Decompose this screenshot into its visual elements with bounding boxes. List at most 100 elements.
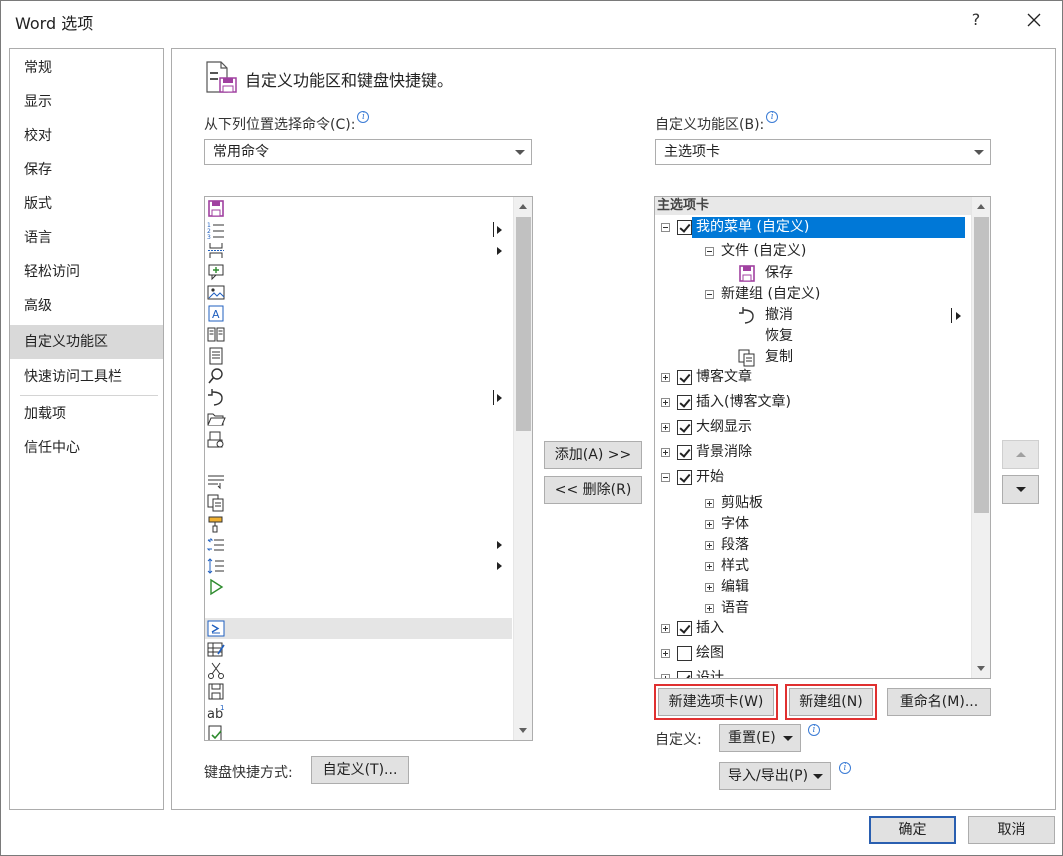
command-item[interactable]: 123 — [205, 219, 512, 241]
expand-icon[interactable] — [661, 423, 670, 432]
tree-item[interactable]: 段落 — [721, 535, 749, 556]
tree-item[interactable]: 样式 — [721, 556, 749, 577]
tab-checkbox[interactable] — [677, 621, 692, 636]
tree-item[interactable]: 开始 — [696, 467, 724, 488]
command-item[interactable] — [205, 324, 512, 345]
command-item[interactable] — [205, 723, 512, 740]
command-item[interactable] — [205, 492, 512, 513]
tree-item[interactable]: 编辑 — [721, 577, 749, 598]
command-item[interactable] — [205, 429, 512, 450]
command-item[interactable] — [205, 282, 512, 303]
collapse-icon[interactable] — [661, 223, 670, 232]
command-item[interactable] — [205, 387, 512, 408]
command-item[interactable] — [205, 597, 512, 618]
cancel-button[interactable]: 取消 — [968, 816, 1055, 844]
scroll-up-icon[interactable] — [973, 198, 990, 215]
command-item[interactable]: ab 1 — [205, 702, 512, 723]
expand-icon[interactable] — [705, 499, 714, 508]
commands-scrollbar[interactable] — [513, 197, 532, 740]
tree-item[interactable]: 语音 — [721, 598, 749, 619]
expand-icon[interactable] — [705, 604, 714, 613]
info-icon[interactable]: i — [357, 111, 370, 123]
tab-checkbox[interactable] — [677, 671, 692, 678]
scroll-down-icon[interactable] — [515, 722, 532, 739]
command-item[interactable] — [205, 681, 512, 702]
command-item[interactable] — [205, 450, 512, 471]
nav-item-addins[interactable]: 加载项 — [10, 397, 163, 431]
command-item[interactable]: A — [205, 303, 512, 324]
collapse-icon[interactable] — [661, 473, 670, 482]
tab-checkbox[interactable] — [677, 220, 692, 235]
rename-button[interactable]: 重命名(M)... — [887, 688, 991, 716]
command-item[interactable] — [205, 660, 512, 681]
nav-item-customize-ribbon[interactable]: 自定义功能区 — [10, 325, 163, 359]
customize-ribbon-dropdown[interactable]: 主选项卡 — [655, 139, 991, 165]
command-item[interactable] — [205, 576, 512, 597]
move-up-button[interactable] — [1002, 440, 1039, 469]
tree-item[interactable]: 复制 — [765, 347, 793, 368]
info-icon[interactable]: i — [808, 724, 820, 736]
tree-item[interactable]: 字体 — [721, 514, 749, 535]
tree-item[interactable]: 插入 — [696, 618, 724, 639]
command-item[interactable] — [205, 618, 512, 639]
ribbon-tree[interactable]: 主选项卡 我的菜单 (自定义) 文件 (自定义) 保存 新建组 (自定义) 撤消 恢复 复制… — [654, 196, 991, 679]
tree-item[interactable]: 插入(博客文章) — [696, 392, 791, 413]
tab-checkbox[interactable] — [677, 395, 692, 410]
command-item[interactable] — [205, 366, 512, 387]
tree-item[interactable]: 撤消 — [765, 305, 793, 326]
command-item[interactable] — [205, 471, 512, 492]
add-button[interactable]: 添加(A) >> — [544, 441, 642, 469]
nav-item-display[interactable]: 显示 — [10, 85, 163, 119]
choose-commands-dropdown[interactable]: 常用命令 — [204, 139, 532, 165]
nav-item-trust-center[interactable]: 信任中心 — [10, 431, 163, 465]
reset-dropdown-button[interactable]: 重置(E) — [719, 724, 801, 752]
ribbon-tree-scrollbar[interactable] — [971, 197, 990, 678]
command-item[interactable] — [205, 408, 512, 429]
command-item[interactable] — [205, 261, 512, 282]
tree-item[interactable]: 文件 (自定义) — [721, 241, 806, 262]
tree-item[interactable]: 保存 — [765, 263, 793, 284]
tree-item[interactable]: 大纲显示 — [696, 417, 752, 438]
nav-item-save[interactable]: 保存 — [10, 153, 163, 187]
tree-item[interactable]: 绘图 — [696, 643, 724, 664]
info-icon[interactable]: i — [839, 762, 851, 774]
remove-button[interactable]: << 删除(R) — [544, 476, 642, 504]
expand-icon[interactable] — [661, 624, 670, 633]
tab-checkbox[interactable] — [677, 646, 692, 661]
tree-item[interactable]: 博客文章 — [696, 367, 752, 388]
nav-item-proofing[interactable]: 校对 — [10, 119, 163, 153]
command-item[interactable] — [205, 513, 512, 534]
close-button[interactable] — [1015, 5, 1053, 35]
customize-shortcuts-button[interactable]: 自定义(T)... — [311, 756, 409, 784]
expand-icon[interactable] — [661, 448, 670, 457]
tab-checkbox[interactable] — [677, 370, 692, 385]
new-group-button[interactable]: 新建组(N) — [785, 684, 877, 720]
info-icon[interactable]: i — [766, 111, 779, 123]
expand-icon[interactable] — [661, 649, 670, 658]
scroll-up-icon[interactable] — [515, 198, 532, 215]
tab-checkbox[interactable] — [677, 470, 692, 485]
nav-item-layout[interactable]: 版式 — [10, 187, 163, 221]
tree-item[interactable]: 背景消除 — [696, 442, 752, 463]
command-item[interactable] — [205, 534, 512, 555]
tab-checkbox[interactable] — [677, 420, 692, 435]
nav-item-accessibility[interactable]: 轻松访问 — [10, 255, 163, 289]
commands-list[interactable]: 1 2 3 Aab 1 — [204, 196, 533, 741]
scroll-thumb[interactable] — [516, 217, 531, 431]
nav-item-language[interactable]: 语言 — [10, 221, 163, 255]
expand-icon[interactable] — [661, 674, 670, 678]
command-item[interactable] — [205, 198, 512, 219]
collapse-icon[interactable] — [705, 290, 714, 299]
nav-item-general[interactable]: 常规 — [10, 51, 163, 85]
tree-item[interactable]: 我的菜单 (自定义) — [692, 217, 965, 238]
nav-item-advanced[interactable]: 高级 — [10, 289, 163, 323]
expand-icon[interactable] — [705, 583, 714, 592]
expand-icon[interactable] — [705, 562, 714, 571]
expand-icon[interactable] — [661, 373, 670, 382]
collapse-icon[interactable] — [705, 247, 714, 256]
scroll-thumb[interactable] — [974, 217, 989, 513]
help-button[interactable]: ? — [959, 5, 993, 35]
tab-checkbox[interactable] — [677, 445, 692, 460]
command-item[interactable] — [205, 345, 512, 366]
tree-item[interactable]: 设计 — [696, 668, 724, 678]
